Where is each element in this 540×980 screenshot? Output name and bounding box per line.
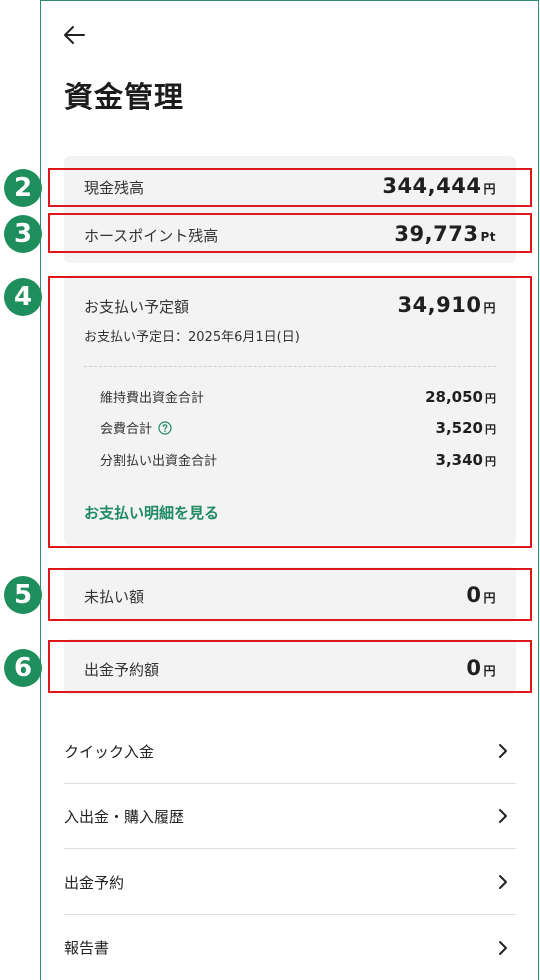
chevron-right-icon	[499, 940, 507, 955]
menu-item-label: 出金予約	[64, 873, 125, 892]
page-title: 資金管理	[64, 80, 185, 114]
menu-item-transaction-history[interactable]: 入出金・購入履歴	[64, 784, 516, 849]
annotation-badge-3: 3	[4, 215, 42, 253]
menu-item-label: クイック入金	[64, 742, 155, 761]
annotation-box-3	[48, 213, 532, 253]
annotation-badge-2: 2	[4, 169, 42, 207]
chevron-right-icon	[499, 875, 507, 889]
menu-item-quick-deposit[interactable]: クイック入金	[64, 719, 516, 784]
annotation-badge-5: 5	[4, 576, 42, 614]
menu-item-withdraw-reservation[interactable]: 出金予約	[64, 850, 516, 915]
annotation-box-5	[48, 568, 532, 621]
annotation-box-6	[48, 640, 532, 693]
annotation-badge-4: 4	[4, 278, 42, 316]
menu-item-reports[interactable]: 報告書	[64, 915, 516, 980]
annotation-badge-6: 6	[4, 649, 42, 687]
annotation-box-4	[48, 276, 532, 548]
chevron-right-icon	[499, 744, 507, 758]
back-arrow-icon[interactable]	[62, 22, 88, 48]
menu-item-label: 報告書	[64, 939, 110, 957]
chevron-right-icon	[499, 809, 507, 823]
menu-item-label: 入出金・購入履歴	[64, 807, 185, 826]
annotation-box-2	[48, 168, 532, 207]
